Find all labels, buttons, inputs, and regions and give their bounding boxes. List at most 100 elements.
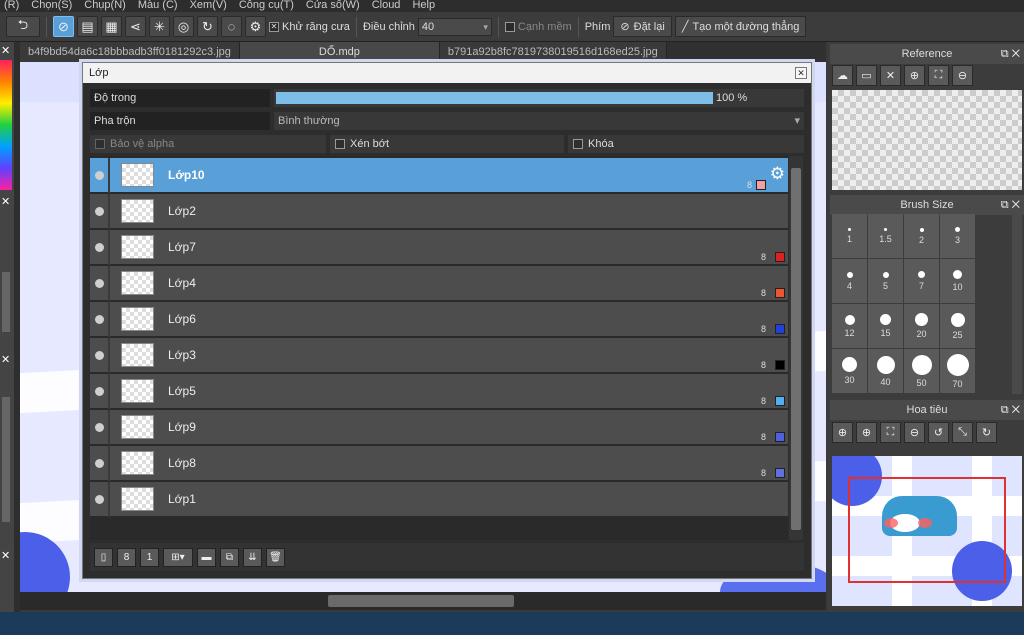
layer-row[interactable]: Lớp8 8 <box>90 446 788 481</box>
layer-row[interactable]: Lớp2 <box>90 194 788 229</box>
layer-row[interactable]: Lớp9 8 <box>90 410 788 445</box>
menu-item-help[interactable]: Help <box>408 0 443 12</box>
curve-ruler-button[interactable]: ↻ <box>197 16 218 37</box>
brush-size-cell[interactable]: 10 <box>940 259 975 303</box>
menu-item-cloud[interactable]: Cloud <box>368 0 409 12</box>
brush-size-cell[interactable]: 70 <box>940 349 975 393</box>
no-ruler-button[interactable]: ⊘ <box>53 16 74 37</box>
grid-ruler-button[interactable]: ▦ <box>101 16 122 37</box>
layer-row[interactable]: Lớp6 8 <box>90 302 788 337</box>
close-icon[interactable]: ✕ <box>1 195 10 208</box>
left-scroll-thumb[interactable] <box>2 272 10 332</box>
brush-size-cell[interactable]: 3 <box>940 214 975 258</box>
menu-item-r[interactable]: (R) <box>0 0 27 12</box>
visibility-eye-icon[interactable] <box>95 495 104 504</box>
menu-item-select[interactable]: Chọn(S) <box>27 0 80 12</box>
antialias-checkbox[interactable]: ✕ <box>269 21 279 32</box>
color-wheel-strip[interactable] <box>0 60 12 190</box>
brush-size-cell[interactable]: 4 <box>832 259 867 303</box>
fit-button[interactable]: ⛶ <box>928 64 949 86</box>
nav-fit-button[interactable]: ⛶ <box>880 421 901 443</box>
brush-size-cell[interactable]: 30 <box>832 349 867 393</box>
reference-area[interactable] <box>832 90 1022 190</box>
menu-item-tools[interactable]: Công cụ(T) <box>235 0 302 12</box>
radial-ruler-button[interactable]: ✳ <box>149 16 170 37</box>
navigator-view-frame[interactable] <box>848 477 1006 583</box>
close-icon[interactable]: ✕ <box>1 44 10 57</box>
new-1bit-layer-button[interactable]: 1 <box>140 547 159 567</box>
layer-row[interactable]: Lớp3 8 <box>90 338 788 373</box>
new-8bit-layer-button[interactable]: 8 <box>117 547 136 567</box>
protect-alpha-option[interactable]: Bảo vệ alpha <box>90 135 326 153</box>
zoom-out-button[interactable]: ⊖ <box>952 64 973 86</box>
close-icon[interactable]: ⧉ ✕ <box>1001 44 1020 64</box>
visibility-eye-icon[interactable] <box>95 243 104 252</box>
undo-button[interactable]: ⮌ <box>6 16 40 37</box>
visibility-eye-icon[interactable] <box>95 387 104 396</box>
nav-zoom-button[interactable]: ⊕ <box>832 421 853 443</box>
doc-tab-2[interactable]: DỐ.mdp <box>239 42 440 62</box>
soft-edge-checkbox[interactable] <box>504 21 515 32</box>
brush-size-cell[interactable]: 7 <box>904 259 939 303</box>
close-icon[interactable]: ✕ <box>1 353 10 366</box>
nav-zoom-out-button[interactable]: ⊖ <box>904 421 925 443</box>
visibility-eye-icon[interactable] <box>95 423 104 432</box>
parallel-ruler-button[interactable]: ▤ <box>77 16 98 37</box>
flip-button[interactable]: ⤡ <box>952 421 973 443</box>
brush-size-scrollbar[interactable] <box>1012 214 1022 394</box>
brush-size-cell[interactable]: 50 <box>904 349 939 393</box>
nav-zoom-in-button[interactable]: ⊕ <box>856 421 877 443</box>
concentric-ruler-button[interactable]: ◎ <box>173 16 194 37</box>
layer-row[interactable]: Lớp1 <box>90 482 788 517</box>
ellipse-ruler-button[interactable]: ◌ <box>221 16 242 37</box>
dialog-close-button[interactable]: ✕ <box>795 67 807 79</box>
zoom-in-button[interactable]: ⊕ <box>904 64 925 86</box>
close-reference-button[interactable]: ✕ <box>880 64 901 86</box>
layer-row[interactable]: Lớp7 8 <box>90 230 788 265</box>
visibility-eye-icon[interactable] <box>95 351 104 360</box>
layer-row[interactable]: Lớp4 8 <box>90 266 788 301</box>
merge-down-button[interactable]: ⇊ <box>243 547 262 567</box>
opacity-slider[interactable]: 100 % <box>274 89 804 107</box>
lock-checkbox[interactable] <box>573 139 583 149</box>
brush-size-cell[interactable]: 40 <box>868 349 903 393</box>
brush-size-cell[interactable]: 20 <box>904 304 939 348</box>
visibility-eye-icon[interactable] <box>95 171 104 180</box>
blend-select[interactable]: Bình thường ▾ <box>274 112 804 130</box>
perspective-ruler-button[interactable]: ⋖ <box>125 16 146 37</box>
open-folder-button[interactable]: ▭ <box>856 64 877 86</box>
rotate-left-button[interactable]: ↺ <box>928 421 949 443</box>
close-icon[interactable]: ✕ <box>1 549 10 562</box>
visibility-eye-icon[interactable] <box>95 459 104 468</box>
brush-size-cell[interactable]: 2 <box>904 214 939 258</box>
ruler-settings-button[interactable]: ⚙ <box>245 16 266 37</box>
lock-option[interactable]: Khóa <box>568 135 804 153</box>
doc-tab-1[interactable]: b4f9bd54da6c18bbbadb3ff0181292c3.jpg <box>20 42 240 62</box>
reset-button[interactable]: ⊘ Đặt lại <box>613 16 672 37</box>
brush-size-cell[interactable]: 15 <box>868 304 903 348</box>
new-folder-button[interactable]: ▬ <box>197 547 216 567</box>
menu-item-view[interactable]: Xem(V) <box>186 0 235 12</box>
clipping-option[interactable]: Xén bớt <box>330 135 564 153</box>
menu-item-color[interactable]: Màu (C) <box>134 0 186 12</box>
layer-row[interactable]: Lớp5 8 <box>90 374 788 409</box>
adjust-select[interactable]: 40 <box>417 17 492 36</box>
brush-size-cell[interactable]: 25 <box>940 304 975 348</box>
brush-size-cell[interactable]: 1 <box>832 214 867 258</box>
brush-size-cell[interactable]: 5 <box>868 259 903 303</box>
gear-icon[interactable]: ⚙ <box>770 164 785 184</box>
brush-size-cell[interactable]: 1.5 <box>868 214 903 258</box>
visibility-eye-icon[interactable] <box>95 315 104 324</box>
visibility-eye-icon[interactable] <box>95 279 104 288</box>
layer-row[interactable]: Lớp10 8 ⚙ <box>90 158 788 193</box>
doc-tab-3[interactable]: b791a92b8fc7819738019516d168ed25.jpg <box>439 42 667 62</box>
straight-line-button[interactable]: ╱ Tạo một đường thẳng <box>674 16 807 37</box>
close-icon[interactable]: ⧉ ✕ <box>1001 195 1020 215</box>
duplicate-layer-button[interactable]: ⧉ <box>220 547 239 567</box>
add-layer-menu-button[interactable]: ⊞▾ <box>163 547 193 567</box>
visibility-eye-icon[interactable] <box>95 207 104 216</box>
close-icon[interactable]: ⧉ ✕ <box>1001 400 1020 420</box>
brush-size-cell[interactable]: 12 <box>832 304 867 348</box>
delete-layer-button[interactable]: 🗑 <box>266 547 285 567</box>
layer-list-scroll-thumb[interactable] <box>791 168 801 530</box>
